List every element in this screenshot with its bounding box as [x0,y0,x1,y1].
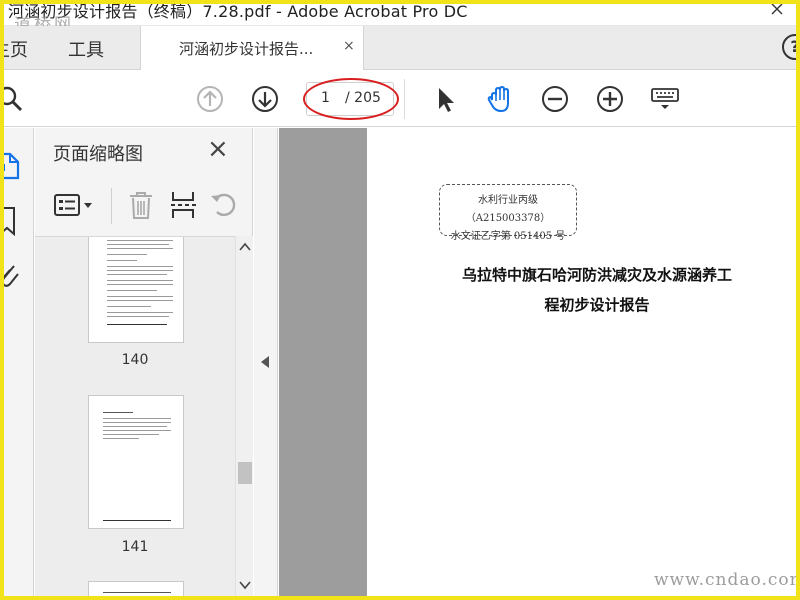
panel-toolbar-divider [111,188,112,224]
title-bar: 河涵初步设计报告（终稿）7.28.pdf - Adobe Acrobat Pro… [0,0,800,35]
hand-tool-button[interactable] [484,83,516,115]
tab-document[interactable]: 河涵初步设计报告... × [140,26,364,70]
scrollbar-thumb[interactable] [238,462,252,484]
document-page: 水利行业丙级（A215003378） 水文证乙字第 051405 号 乌拉特中旗… [367,128,800,600]
window-close-button[interactable] [770,2,790,22]
thumbnail-page-140[interactable] [88,237,184,343]
extract-page-button[interactable] [169,190,197,220]
rotate-icon [211,193,236,217]
search-icon [0,86,23,112]
search-button[interactable] [0,83,26,115]
tab-document-label: 河涵初步设计报告... [179,40,314,58]
scroll-down-arrow[interactable] [239,580,251,592]
window-title: 河涵初步设计报告（终稿）7.28.pdf - Adobe Acrobat Pro… [8,2,468,21]
zoom-in-button[interactable] [594,83,626,115]
select-tool-button[interactable] [430,83,462,115]
scroll-up-arrow[interactable] [239,242,251,254]
zoom-in-icon [597,86,623,112]
tab-tools[interactable]: 工具 [68,36,104,62]
qualification-box: 水利行业丙级（A215003378） 水文证乙字第 051405 号 [439,184,577,242]
chevron-up-icon [239,242,251,251]
document-viewport[interactable]: 水利行业丙级（A215003378） 水文证乙字第 051405 号 乌拉特中旗… [279,128,800,600]
pages-icon [0,152,20,180]
thumbnail-scrollbar[interactable] [235,236,253,600]
rotate-page-button[interactable] [209,190,239,220]
thumbnail-options-button[interactable] [53,192,97,218]
prev-page-icon [197,86,223,112]
bookmark-icon [0,207,15,236]
thumbnail-page-142[interactable] [88,581,184,600]
panel-close-button[interactable]: × [207,136,229,162]
next-page-button[interactable] [249,83,281,115]
page-thumbnails-panel: 页面缩略图 × 140 141 [35,128,253,600]
next-page-icon [252,86,278,112]
keyboard-icon [651,88,679,109]
attachments-rail-button[interactable] [0,260,22,290]
thumbnail-label-140: 140 [121,352,149,368]
bookmarks-rail-button[interactable] [0,206,22,236]
trash-icon [130,192,152,219]
document-title-line-1: 乌拉特中旗石哈河防洪减灾及水源涵养工 [461,266,732,284]
red-highlight-annotation [303,78,399,120]
select-tool-icon [439,88,454,112]
keyboard-button[interactable] [649,83,681,115]
options-menu-icon [54,194,92,216]
zoom-out-button[interactable] [539,83,571,115]
chevron-down-icon [239,581,251,590]
qualification-line-1: 水利行业丙级（A215003378） [465,195,551,224]
panel-collapse-strip[interactable] [254,128,278,600]
help-icon[interactable]: ? [782,34,800,60]
thumbnail-list[interactable]: 140 141 [35,236,235,600]
toolbar: 1 / 205 [0,71,800,127]
close-icon [771,3,783,15]
tab-close-button[interactable]: × [343,38,355,54]
thumbnail-page-141[interactable] [88,395,184,529]
qualification-line-2: 水文证乙字第 051405 号 [450,231,566,242]
page-split-icon [171,192,196,218]
collapse-arrow-icon[interactable] [261,356,269,368]
thumbnail-label-141: 141 [121,539,149,555]
prev-page-button[interactable] [194,83,226,115]
tab-bar: 主页 工具 河涵初步设计报告... × ? [0,26,800,70]
document-title-line-2: 程初步设计报告 [544,296,650,314]
panel-toolbar [35,182,253,232]
left-navigation-rail [0,128,34,600]
panel-title: 页面缩略图 [53,144,143,165]
site-watermark: www.cndao.com [654,570,800,590]
toolbar-divider [404,79,405,119]
tab-home[interactable]: 主页 [0,36,28,62]
zoom-out-icon [542,86,568,112]
delete-page-button[interactable] [127,190,155,220]
paperclip-icon [1,265,19,287]
hand-tool-icon [487,85,509,113]
page-thumbnails-rail-button[interactable] [0,150,22,180]
